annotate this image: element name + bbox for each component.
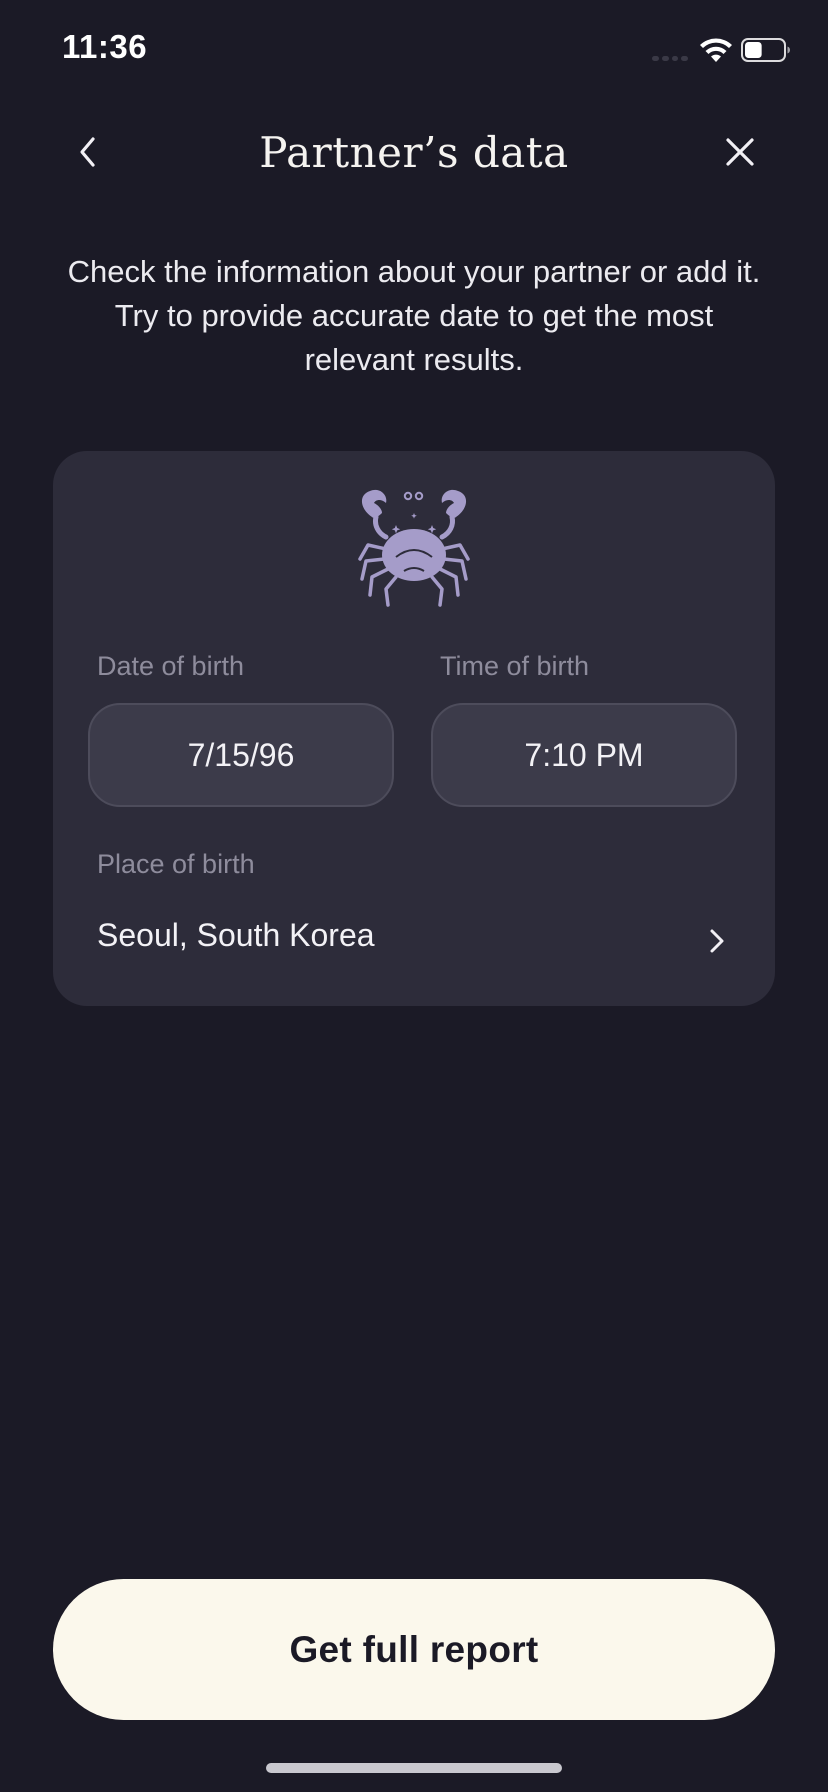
get-full-report-button[interactable]: Get full report — [53, 1579, 775, 1720]
time-of-birth-label: Time of birth — [440, 651, 590, 681]
time-of-birth-value: 7:10 PM — [524, 736, 644, 773]
navigation-bar: Partner’s data — [0, 110, 828, 190]
close-button[interactable] — [718, 130, 762, 174]
time-of-birth-picker[interactable]: 7:10 PM — [431, 703, 737, 807]
date-of-birth-value: 7/15/96 — [187, 736, 295, 773]
chevron-right-icon — [710, 929, 724, 953]
place-of-birth-value: Seoul, South Korea — [97, 917, 375, 953]
cancer-crab-icon — [358, 489, 470, 607]
wifi-icon — [700, 38, 732, 62]
get-full-report-label: Get full report — [289, 1628, 539, 1670]
page-title: Partner’s data — [259, 128, 569, 177]
place-of-birth-row[interactable]: Seoul, South Korea — [53, 903, 775, 983]
partner-data-card: Date of birth Time of birth 7/15/96 7:10… — [53, 451, 775, 1006]
battery-icon — [741, 38, 790, 62]
home-indicator — [266, 1763, 562, 1773]
date-of-birth-label: Date of birth — [97, 651, 245, 681]
page-description: Check the information about your partner… — [67, 254, 761, 377]
status-time: 11:36 — [62, 28, 148, 65]
status-bar: 11:36 — [0, 0, 828, 100]
date-of-birth-picker[interactable]: 7/15/96 — [88, 703, 394, 807]
close-icon — [726, 138, 754, 166]
place-of-birth-label: Place of birth — [97, 849, 255, 879]
cellular-signal-icon — [652, 56, 688, 62]
